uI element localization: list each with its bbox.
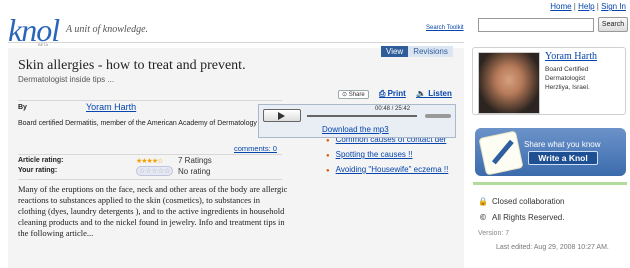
author-bio: Board certified Dermatitis, member of th… [18, 120, 257, 127]
printer-icon: ⎙ [378, 89, 386, 98]
divider [18, 154, 282, 155]
header-divider [8, 42, 464, 43]
article-subtitle: Dermatologist inside tips ... [18, 75, 115, 84]
toc-item[interactable]: Avoiding "Housewife" eczema !! [326, 163, 449, 178]
license-box [473, 182, 627, 264]
pencil-paper-icon [478, 130, 524, 176]
rights-row: © All Rights Reserved. [478, 213, 564, 222]
player-time: 00:48 / 25:42 [375, 106, 411, 112]
search-button[interactable]: Search [598, 17, 628, 32]
divider [18, 179, 282, 180]
article-body: Many of the eruptions on the face, neck … [18, 184, 288, 238]
author-photo[interactable] [478, 52, 540, 114]
seek-bar[interactable] [307, 115, 417, 117]
collaboration-label: Closed collaboration [492, 197, 565, 206]
share-button[interactable]: ⊙ Share [338, 90, 369, 99]
print-label: Print [387, 89, 406, 98]
listen-label: Listen [428, 89, 452, 98]
comments-link[interactable]: comments: 0 [234, 144, 277, 153]
top-links: Home | Help | Sign In [550, 2, 626, 11]
share-prompt: Share what you know [524, 140, 601, 149]
by-label: By [18, 104, 27, 111]
listen-link[interactable]: 🔉 Listen [416, 89, 452, 98]
your-rating-stars[interactable]: ☆☆☆☆☆ [136, 166, 174, 176]
share-label: Share [348, 92, 365, 98]
download-mp3-link[interactable]: Download the mp3 [322, 125, 389, 134]
view-tabs: View Revisions [381, 46, 453, 57]
search-toolkit-link[interactable]: Search Toolkit [426, 25, 464, 31]
author-link[interactable]: Yoram Harth [86, 102, 136, 112]
article-title: Skin allergies - how to treat and preven… [18, 58, 246, 73]
copyright-icon: © [480, 213, 486, 222]
print-link[interactable]: ⎙ Print [379, 89, 406, 98]
tab-view[interactable]: View [381, 46, 409, 57]
article-rating-stars: ★★★★☆ [136, 158, 163, 165]
your-rating-text: No rating [178, 167, 211, 176]
article-actions: ⊙ Share ⎙ Print 🔉 Listen [338, 89, 452, 99]
tagline: A unit of knowledge. [66, 24, 149, 35]
search-input[interactable] [478, 18, 594, 32]
article-rating-label: Article rating: [18, 157, 64, 164]
article-rating-count: 7 Ratings [178, 156, 212, 165]
divider [18, 100, 282, 101]
help-link[interactable]: Help [578, 2, 594, 11]
profile-line: Dermatologist [545, 75, 586, 82]
profile-author-info: Board Certified Dermatologist Herzliya, … [545, 65, 590, 92]
toc-item[interactable]: Spotting the causes !! [326, 148, 448, 163]
sign-in-link[interactable]: Sign In [601, 2, 626, 11]
your-rating-label: Your rating: [18, 167, 58, 174]
volume-slider[interactable] [425, 114, 451, 118]
speaker-icon: 🔉 [416, 89, 427, 98]
version-label: Version: 7 [478, 230, 510, 237]
home-link[interactable]: Home [550, 2, 571, 11]
write-knol-button[interactable]: Write a Knol [528, 151, 598, 165]
table-of-contents: Common causes of contact der Spotting th… [326, 133, 449, 178]
profile-line: Herzliya, Israel. [545, 84, 590, 91]
rights-label: All Rights Reserved. [492, 213, 565, 222]
lock-icon: 🔒 [478, 197, 488, 206]
last-edited: Last edited: Aug 29, 2008 10:27 AM. [496, 244, 609, 251]
share-icon: ⊙ [342, 92, 348, 98]
collaboration-row: 🔒 Closed collaboration [478, 197, 565, 206]
play-button[interactable] [263, 109, 301, 122]
play-icon [278, 112, 285, 120]
profile-author-name[interactable]: Yoram Harth [545, 51, 597, 62]
profile-line: Board Certified [545, 66, 589, 73]
tab-revisions[interactable]: Revisions [408, 46, 453, 57]
